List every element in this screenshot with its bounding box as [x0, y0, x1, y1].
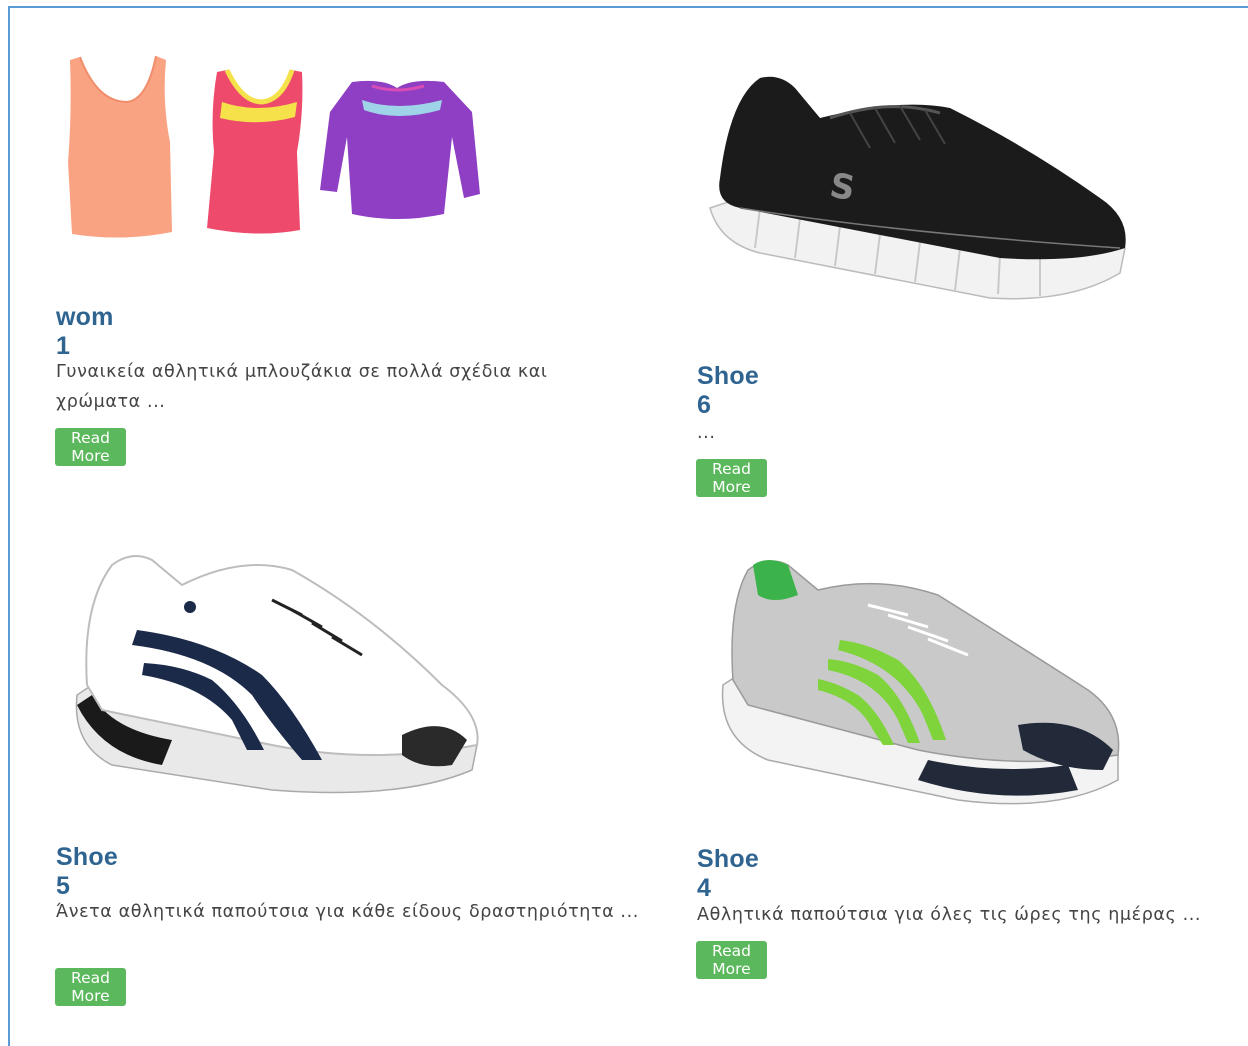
product-description: Άνετα αθλητικά παπούτσια για κάθε είδους… — [56, 902, 639, 922]
read-more-button[interactable]: Read More — [696, 941, 767, 979]
product-title[interactable]: Shoe 5 — [56, 843, 118, 901]
product-image-white-puma-shoe[interactable] — [72, 545, 492, 805]
read-more-button[interactable]: Read More — [696, 459, 767, 497]
product-description: Γυναικεία αθλητικά μπλουζάκια σε πολλά σ… — [56, 362, 548, 412]
product-description: Αθλητικά παπούτσια για όλες τις ώρες της… — [697, 905, 1202, 925]
product-title[interactable]: wom 1 — [56, 303, 114, 361]
read-more-button[interactable]: Read More — [55, 968, 126, 1006]
product-image-tops[interactable] — [52, 42, 482, 257]
read-more-button[interactable]: Read More — [55, 428, 126, 466]
product-title[interactable]: Shoe 4 — [697, 845, 759, 903]
product-description: ... — [697, 423, 716, 443]
product-image-black-shoe[interactable]: S — [700, 58, 1140, 318]
product-title[interactable]: Shoe 6 — [697, 362, 759, 420]
product-image-green-puma-shoe[interactable] — [718, 555, 1128, 820]
